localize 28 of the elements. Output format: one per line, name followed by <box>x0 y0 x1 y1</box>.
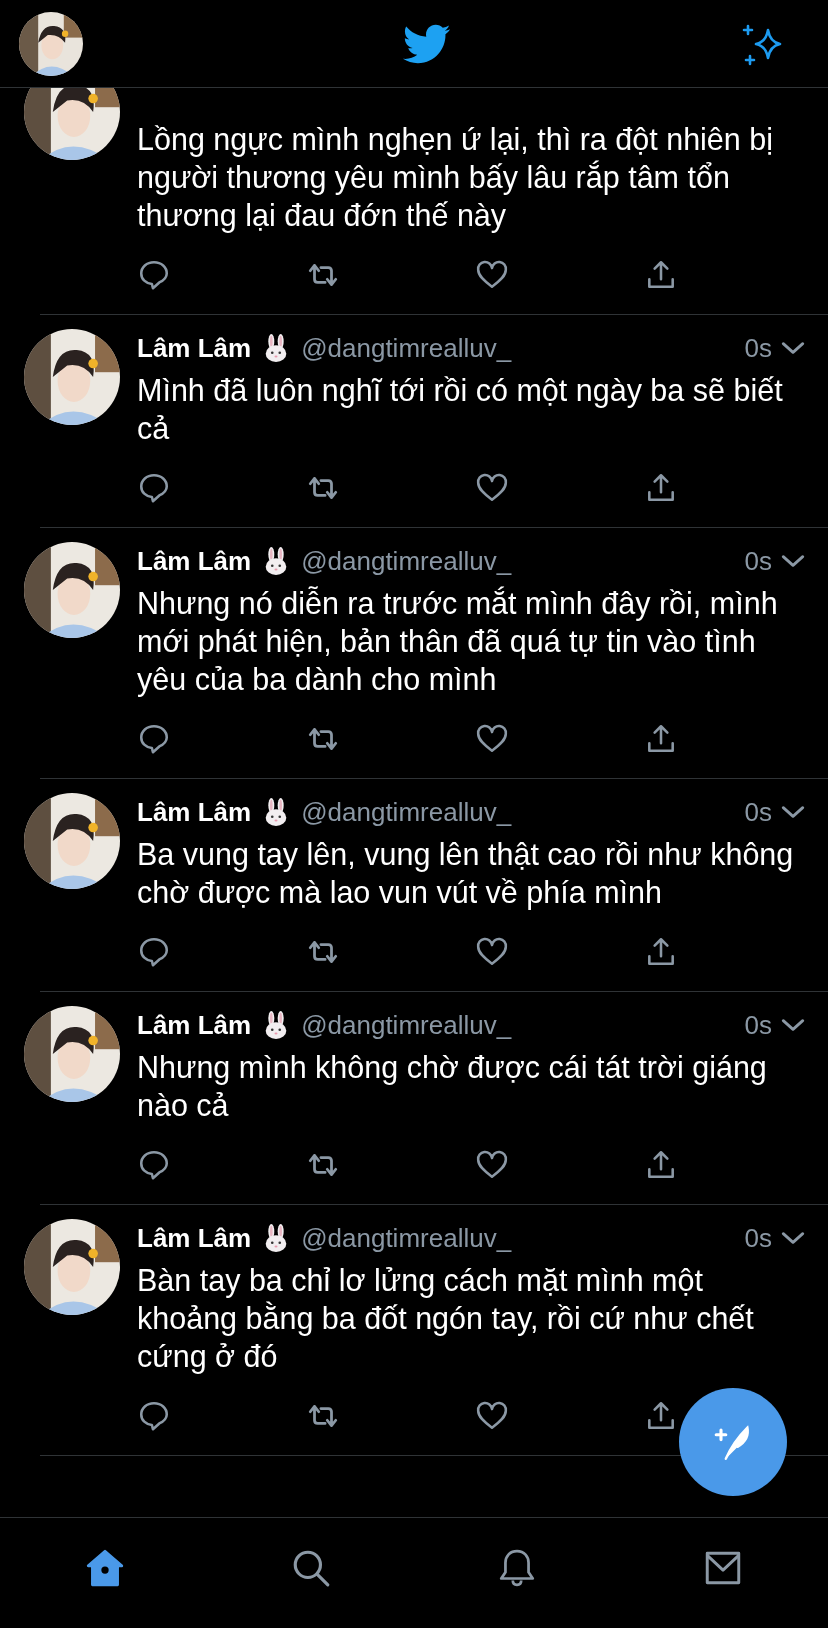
user-handle: @dangtimrealluv_ <box>301 545 512 577</box>
tweet-text: Ba vung tay lên, vung lên thật cao rồi như không chờ được mà lao vun vút về phía mình <box>137 836 795 911</box>
tweet-text: Bàn tay ba chỉ lơ lửng cách mặt mình một khoảng bằng ba đốt ngón tay, rồi cứ như chết cứng ở đó <box>137 1262 755 1375</box>
tweet-text: Nhưng mình không chờ được cái tát trời giáng nào cả <box>137 1049 768 1124</box>
tweet-text: Lồng ngực mình nghẹn ứ lại, thì ra đột nhiên bị người thương yêu mình bấy lâu rắp tâm tổn thương lại đau đớn thế này <box>137 121 774 234</box>
user-handle: @dangtimrealluv_ <box>301 332 512 364</box>
comment-icon[interactable] <box>137 1148 171 1182</box>
tweet-text: Mình đã luôn nghĩ tới rồi có một ngày ba sẽ biết cả <box>137 372 784 447</box>
timestamp: 0s <box>744 1009 772 1041</box>
comment-icon[interactable] <box>137 471 171 505</box>
user-handle: @dangtimrealluv_ <box>301 796 512 828</box>
tweet-text: Nhưng nó diễn ra trước mắt mình đây rồi, mình mới phát hiện, bản thân đã quá tự tin vào tình yêu của ba dành cho mình <box>137 585 779 698</box>
display-name: Lâm Lâm <box>137 332 252 364</box>
comment-icon[interactable] <box>137 722 171 756</box>
display-name: Lâm Lâm <box>137 1222 252 1254</box>
user-handle: @dangtimrealluv_ <box>301 1222 512 1254</box>
display-name: Lâm Lâm <box>137 796 252 828</box>
timestamp: 0s <box>744 1222 772 1254</box>
comment-icon[interactable] <box>137 258 171 292</box>
home-tab[interactable] <box>84 1547 126 1589</box>
display-name: Lâm Lâm <box>137 545 252 577</box>
comment-icon[interactable] <box>137 1399 171 1433</box>
timestamp: 0s <box>744 545 772 577</box>
timestamp: 0s <box>744 332 772 364</box>
user-handle: @dangtimrealluv_ <box>301 1009 512 1041</box>
display-name: Lâm Lâm <box>137 1009 252 1041</box>
timestamp: 0s <box>744 796 772 828</box>
comment-icon[interactable] <box>137 935 171 969</box>
